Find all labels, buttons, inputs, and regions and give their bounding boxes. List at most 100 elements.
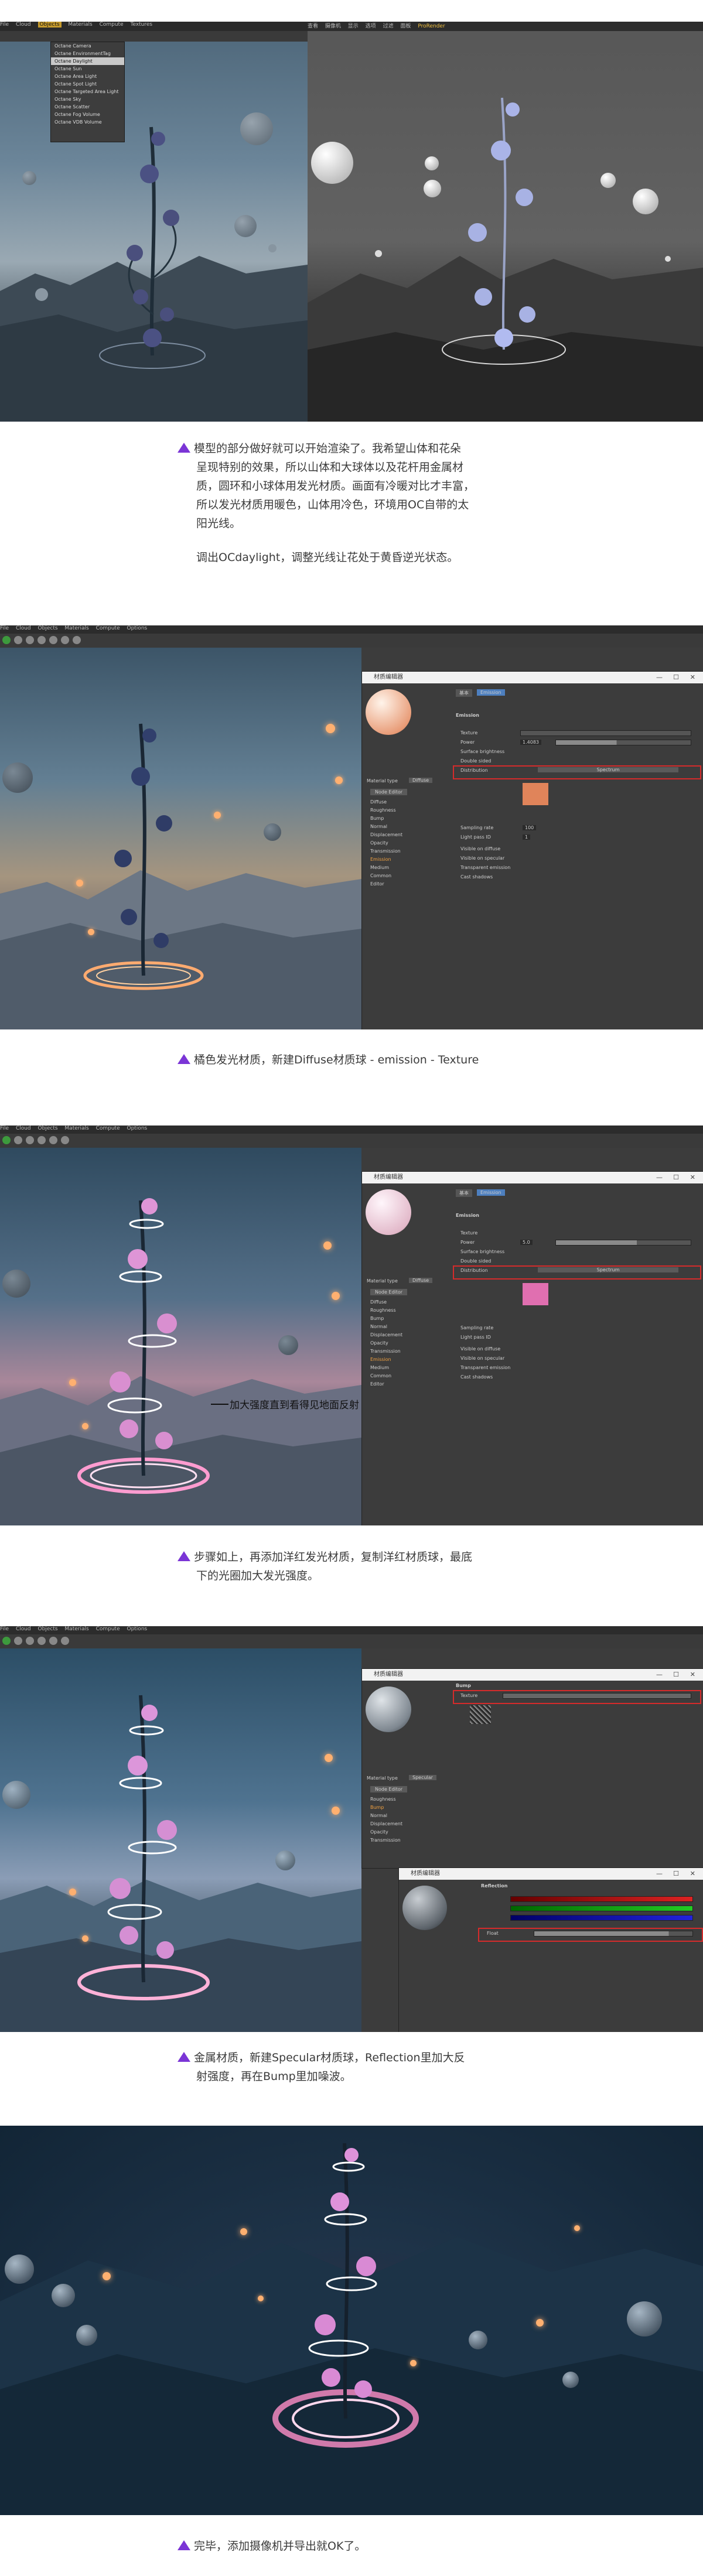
- render-icon[interactable]: [2, 636, 11, 644]
- prop-double-sided[interactable]: Double sided: [460, 758, 491, 764]
- menu-cloud[interactable]: Cloud: [16, 625, 31, 631]
- sampling-value[interactable]: 100: [523, 825, 537, 830]
- prop-sampling-rate[interactable]: Sampling rate: [460, 1325, 493, 1330]
- channel-bump[interactable]: Bump: [370, 816, 384, 821]
- menu-options[interactable]: Options: [127, 625, 147, 631]
- channel-common[interactable]: Common: [370, 1373, 391, 1378]
- prop-distribution[interactable]: Distribution: [460, 1268, 488, 1273]
- prop-power[interactable]: Power: [460, 740, 475, 745]
- maximize-icon[interactable]: ☐: [673, 1172, 679, 1183]
- render-icon[interactable]: [2, 1637, 11, 1645]
- menu-cloud[interactable]: Cloud: [16, 1125, 31, 1131]
- tab-basic[interactable]: 基本: [456, 689, 472, 697]
- prop-visible-specular[interactable]: Visible on specular: [460, 1356, 504, 1361]
- power-slider[interactable]: [555, 1240, 691, 1246]
- prop-light-pass-id[interactable]: Light pass ID: [460, 1335, 491, 1340]
- channel-diffuse[interactable]: Diffuse: [370, 799, 387, 805]
- minimize-icon[interactable]: —: [656, 1868, 663, 1880]
- menu-objects[interactable]: Objects: [38, 1626, 58, 1632]
- distribution-value[interactable]: Spectrum: [538, 1267, 678, 1272]
- region-icon[interactable]: [61, 1136, 69, 1144]
- prop-float[interactable]: Float: [487, 1931, 499, 1936]
- prop-texture[interactable]: Texture: [460, 730, 477, 735]
- channel-displacement[interactable]: Displacement: [370, 1821, 402, 1826]
- reflection-green[interactable]: [510, 1906, 693, 1911]
- material-editor-panel[interactable]: 材质编辑器 — ☐ ✕ Bump Texture Material type S…: [361, 1668, 703, 1869]
- reflection-blue[interactable]: [510, 1915, 693, 1921]
- region-icon[interactable]: [61, 1637, 69, 1645]
- menu-file[interactable]: File: [0, 1125, 9, 1131]
- prop-cast-shadows[interactable]: Cast shadows: [460, 1374, 493, 1380]
- channel-normal[interactable]: Normal: [370, 824, 387, 829]
- menu-objects[interactable]: Objects: [38, 1125, 58, 1131]
- prop-distribution[interactable]: Distribution: [460, 768, 488, 773]
- prop-transparent-emission[interactable]: Transparent emission: [460, 1365, 510, 1370]
- tab-emission[interactable]: Emission: [477, 1189, 505, 1196]
- maximize-icon[interactable]: ☐: [673, 1868, 679, 1880]
- tab-basic[interactable]: 基本: [456, 1189, 472, 1197]
- close-icon[interactable]: ✕: [690, 672, 695, 683]
- channel-roughness[interactable]: Roughness: [370, 808, 396, 813]
- prop-texture[interactable]: Texture: [460, 1693, 477, 1698]
- reflection-red[interactable]: [510, 1896, 693, 1902]
- menu-materials[interactable]: Materials: [64, 625, 88, 631]
- close-icon[interactable]: ✕: [690, 1868, 695, 1880]
- color-swatch[interactable]: [523, 1283, 548, 1305]
- minimize-icon[interactable]: —: [656, 1172, 663, 1183]
- power-value[interactable]: 1.4083: [520, 740, 541, 745]
- refresh-icon[interactable]: [37, 1136, 46, 1144]
- prop-sampling-rate[interactable]: Sampling rate: [460, 825, 493, 830]
- distribution-value[interactable]: Spectrum: [538, 767, 678, 772]
- settings-icon[interactable]: [49, 1136, 57, 1144]
- channel-transmission[interactable]: Transmission: [370, 1838, 401, 1843]
- material-editor-panel[interactable]: 材质编辑器 — ☐ ✕ 基本 Emission Emission Texture…: [361, 1171, 703, 1525]
- menu-cloud[interactable]: Cloud: [16, 1626, 31, 1632]
- viewport-left[interactable]: File Cloud Objects Materials Compute Tex…: [0, 22, 308, 422]
- material-type-select[interactable]: Diffuse: [409, 1278, 433, 1283]
- tab-emission[interactable]: Emission: [477, 689, 505, 696]
- camera-icon[interactable]: [73, 636, 81, 644]
- channel-bump[interactable]: Bump: [370, 1316, 384, 1321]
- pause-icon[interactable]: [26, 1637, 34, 1645]
- prop-transparent-emission[interactable]: Transparent emission: [460, 865, 510, 870]
- close-icon[interactable]: ✕: [690, 1669, 695, 1681]
- channel-normal[interactable]: Normal: [370, 1324, 387, 1329]
- channel-opacity[interactable]: Opacity: [370, 840, 388, 846]
- maximize-icon[interactable]: ☐: [673, 1669, 679, 1681]
- float-slider[interactable]: [534, 1931, 693, 1937]
- material-type-select[interactable]: Diffuse: [409, 778, 433, 783]
- menu-compute[interactable]: Compute: [96, 1125, 120, 1131]
- menu-compute[interactable]: Compute: [96, 625, 120, 631]
- prop-power[interactable]: Power: [460, 1240, 475, 1245]
- stop-icon[interactable]: [14, 1136, 22, 1144]
- menu-file[interactable]: File: [0, 1626, 9, 1632]
- prop-cast-shadows[interactable]: Cast shadows: [460, 874, 493, 880]
- menu-objects[interactable]: Objects: [38, 625, 58, 631]
- channel-medium[interactable]: Medium: [370, 865, 389, 870]
- prop-visible-diffuse[interactable]: Visible on diffuse: [460, 1346, 500, 1352]
- prop-texture[interactable]: Texture: [460, 1230, 477, 1236]
- prop-visible-specular[interactable]: Visible on specular: [460, 856, 504, 861]
- region-icon[interactable]: [61, 636, 69, 644]
- refresh-icon[interactable]: [37, 1637, 46, 1645]
- close-icon[interactable]: ✕: [690, 1172, 695, 1183]
- channel-medium[interactable]: Medium: [370, 1365, 389, 1370]
- channel-normal[interactable]: Normal: [370, 1813, 387, 1818]
- menu-file[interactable]: File: [0, 625, 9, 631]
- maximize-icon[interactable]: ☐: [673, 672, 679, 683]
- pause-icon[interactable]: [26, 1136, 34, 1144]
- menu-options[interactable]: Options: [127, 1125, 147, 1131]
- channel-editor[interactable]: Editor: [370, 1381, 384, 1387]
- channel-opacity[interactable]: Opacity: [370, 1829, 388, 1835]
- texture-slot[interactable]: [503, 1693, 691, 1699]
- channel-roughness[interactable]: Roughness: [370, 1308, 396, 1313]
- prop-light-pass-id[interactable]: Light pass ID: [460, 834, 491, 840]
- settings-icon[interactable]: [49, 1637, 57, 1645]
- channel-common[interactable]: Common: [370, 873, 391, 878]
- prop-double-sided[interactable]: Double sided: [460, 1258, 491, 1264]
- minimize-icon[interactable]: —: [656, 672, 663, 683]
- color-swatch[interactable]: [523, 783, 548, 805]
- menu-materials[interactable]: Materials: [64, 1626, 88, 1632]
- channel-diffuse[interactable]: Diffuse: [370, 1299, 387, 1305]
- node-editor-button[interactable]: Node Editor: [370, 789, 408, 795]
